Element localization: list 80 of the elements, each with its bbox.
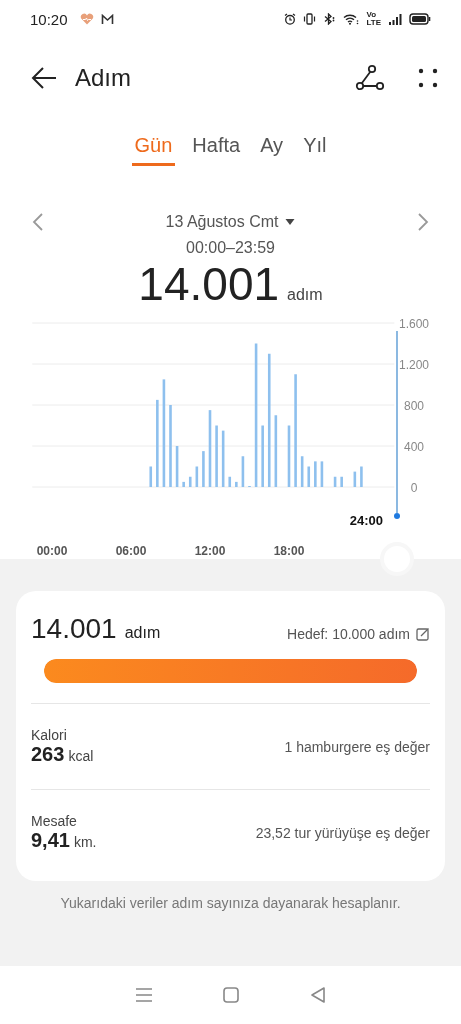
wifi-icon — [343, 13, 360, 25]
step-bar — [241, 456, 245, 487]
step-bar — [340, 476, 343, 487]
metric-value: 9,41 — [31, 829, 70, 852]
network-label: LTE — [366, 19, 381, 27]
step-bar — [195, 466, 199, 487]
metric-label: Kalori — [31, 727, 68, 743]
bluetooth-icon — [323, 13, 337, 25]
y-axis-label: 0 — [410, 481, 418, 495]
step-bar — [333, 476, 337, 487]
period-tab[interactable]: Yıl — [300, 130, 330, 166]
y-axis-label: 800 — [404, 399, 424, 413]
network-label: Vo — [366, 11, 378, 19]
metric-unit: kcal — [68, 748, 94, 764]
previous-button[interactable] — [32, 213, 44, 231]
back-button[interactable] — [30, 66, 58, 90]
chevron-right-icon — [417, 213, 429, 231]
step-bar — [149, 466, 153, 487]
step-unit: adım — [124, 624, 161, 642]
step-bar — [360, 466, 363, 487]
step-bar — [188, 476, 192, 487]
step-bar — [235, 481, 238, 487]
cursor-time-label: 24:00 — [349, 513, 383, 528]
x-axis-label: 06:00 — [115, 544, 147, 558]
step-bar — [175, 446, 179, 487]
y-axis-label: 1.200 — [399, 358, 429, 372]
step-bar — [307, 466, 311, 487]
edit-goal-button[interactable] — [416, 627, 430, 641]
more-button[interactable] — [417, 67, 439, 89]
time-cursor[interactable] — [394, 330, 400, 519]
mail-icon — [100, 13, 114, 25]
step-bar — [353, 471, 357, 487]
alarm-icon — [284, 13, 297, 25]
more-icon — [417, 67, 439, 89]
step-bar — [314, 461, 317, 487]
status-time: 10:20 — [30, 10, 68, 28]
caret-icon — [285, 218, 296, 226]
step-bar — [182, 481, 185, 487]
share-nodes-icon — [355, 64, 385, 92]
footnote: Yukarıdaki veriler adım sayınıza dayanarak hesaplanır. — [59, 895, 402, 911]
equivalent-note: 1 hamburgere eş değer — [284, 738, 430, 755]
equivalent-note: 23,52 tur yürüyüşe eş değer — [255, 824, 430, 841]
goal-text: Hedef: 10.000 adım — [287, 626, 410, 642]
time-range: 00:00–23:59 — [185, 239, 276, 257]
x-axis-label: 12:00 — [194, 544, 226, 558]
metric-value: 263 — [31, 743, 65, 766]
y-axis-label: 1.600 — [399, 317, 429, 331]
step-unit: adım — [287, 286, 323, 304]
x-axis-label: 00:00 — [36, 544, 68, 558]
step-bar — [300, 456, 304, 487]
period-tab[interactable]: Hafta — [189, 130, 244, 166]
step-bar — [261, 425, 264, 487]
step-count: 14.001 — [31, 613, 117, 645]
y-axis-label: 400 — [404, 440, 424, 454]
page-title: Adım — [75, 64, 131, 92]
step-bar — [274, 415, 278, 487]
signal-icon — [388, 13, 402, 25]
step-bar — [287, 425, 291, 487]
step-bar — [221, 430, 225, 487]
date-dropdown[interactable]: 13 Ağustos Cmt — [159, 212, 302, 232]
back-arrow-icon — [30, 66, 58, 90]
period-tab[interactable]: Ay — [257, 130, 287, 166]
step-bar — [215, 425, 218, 487]
metric-unit: km. — [73, 834, 97, 850]
next-button[interactable] — [417, 213, 429, 231]
metric-label: Mesafe — [31, 813, 78, 829]
heart-icon — [79, 13, 94, 25]
back-icon[interactable] — [308, 986, 327, 1004]
step-bar — [320, 461, 324, 487]
edit-icon — [416, 627, 430, 641]
share-button[interactable] — [355, 64, 385, 92]
home-icon[interactable] — [221, 986, 240, 1004]
battery-icon — [409, 13, 431, 25]
step-count: 14.001 — [138, 257, 280, 311]
chevron-left-icon — [32, 213, 44, 231]
step-bar — [202, 451, 205, 487]
x-axis-label: 18:00 — [273, 544, 305, 558]
menu-icon[interactable] — [134, 987, 153, 1003]
step-bar — [228, 476, 232, 487]
vibrate-icon — [303, 13, 317, 25]
